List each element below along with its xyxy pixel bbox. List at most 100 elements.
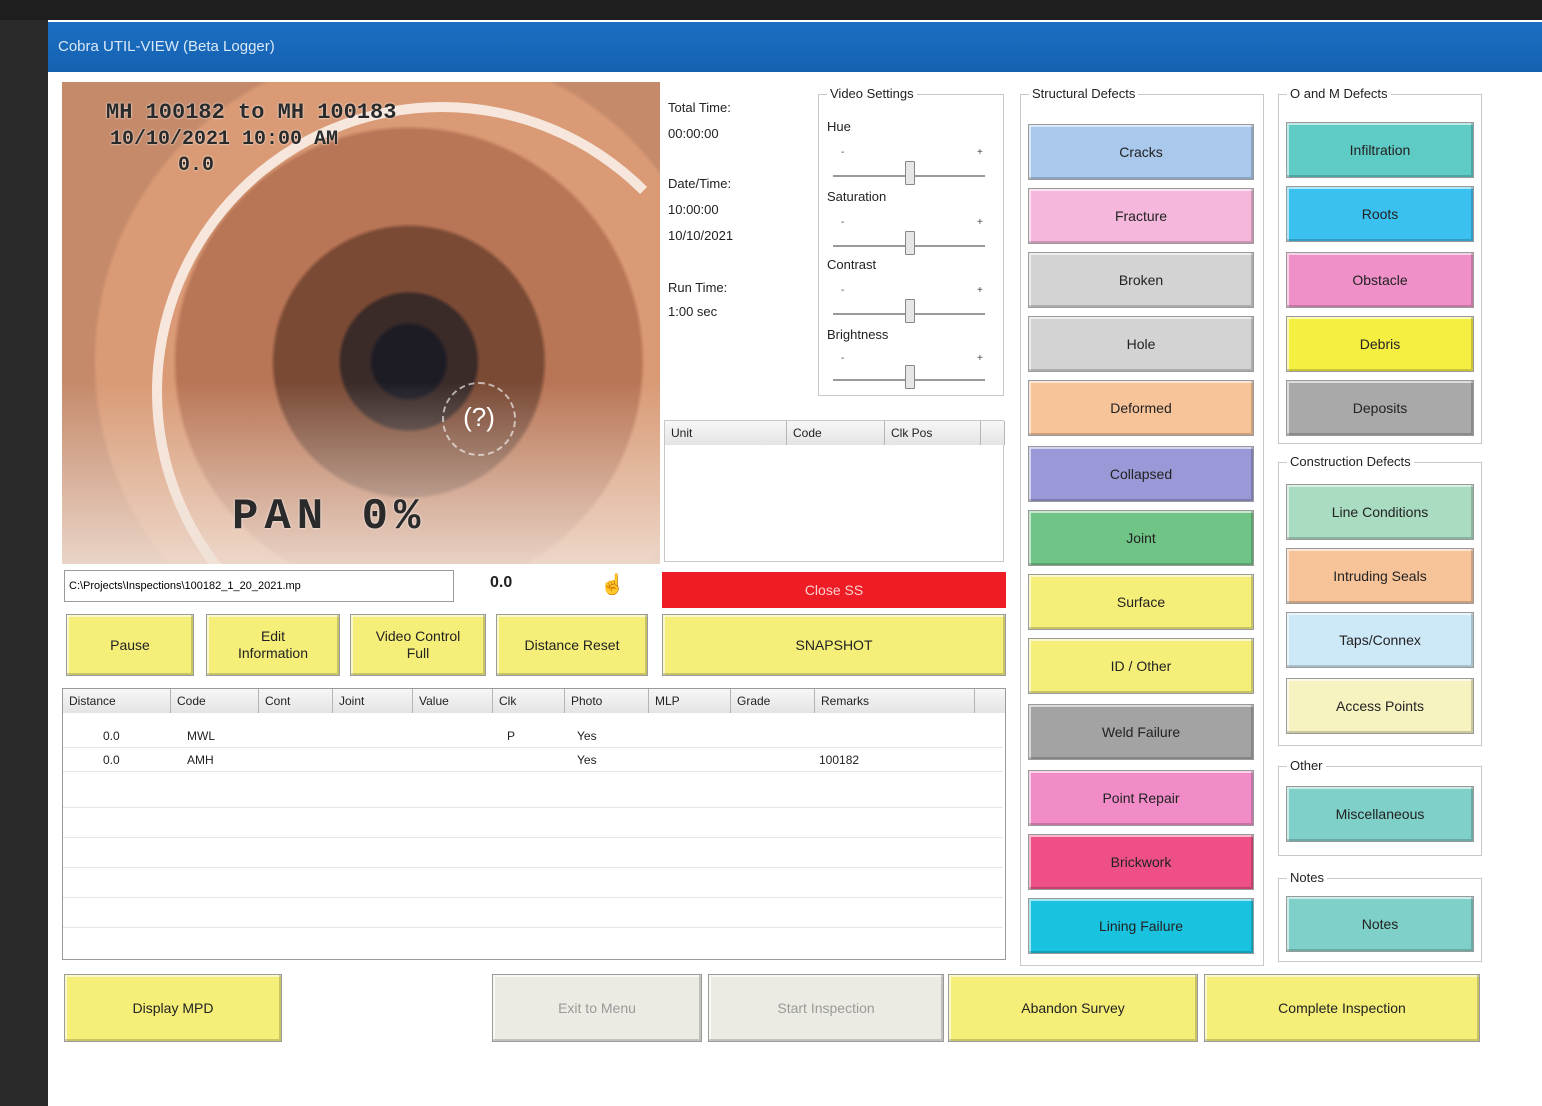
joint-button[interactable]: Joint [1028, 510, 1254, 566]
access-points-button[interactable]: Access Points [1286, 678, 1474, 734]
obs-header-code[interactable]: Code [171, 689, 259, 713]
deformed-button[interactable]: Deformed [1028, 380, 1254, 436]
hue-min: - [841, 147, 845, 158]
surface-button[interactable]: Surface [1028, 574, 1254, 630]
code-list-header-clk[interactable]: Clk Pos [885, 421, 981, 445]
obs-header-value[interactable]: Value [413, 689, 493, 713]
table-row-empty [63, 905, 1003, 928]
row-remarks: 100182 [819, 753, 860, 767]
obs-header-grade[interactable]: Grade [731, 689, 815, 713]
abandon-survey-button[interactable]: Abandon Survey [948, 974, 1198, 1042]
contrast-label: Contrast [827, 257, 877, 272]
edit-information-line1: Edit [260, 628, 286, 644]
roots-button[interactable]: Roots [1286, 186, 1474, 242]
notes-title: Notes [1287, 870, 1327, 886]
om-defects-title: O and M Defects [1287, 86, 1391, 102]
id-other-button[interactable]: ID / Other [1028, 638, 1254, 694]
video-overlay-line1: MH 100182 to MH 100183 [106, 100, 397, 125]
code-list[interactable]: Unit Code Clk Pos [664, 420, 1005, 562]
notes-button[interactable]: Notes [1286, 896, 1474, 952]
miscellaneous-button[interactable]: Miscellaneous [1286, 786, 1474, 842]
observation-table[interactable]: Distance Code Cont Joint Value Clk Photo… [62, 688, 1006, 960]
code-list-header-code[interactable]: Code [787, 421, 885, 445]
screen-top-bar [0, 0, 1542, 20]
video-player[interactable]: (?) MH 100182 to MH 100183 10/10/2021 10… [62, 82, 660, 564]
contrast-min: - [841, 285, 845, 296]
obs-header-photo[interactable]: Photo [565, 689, 649, 713]
hue-slider[interactable] [905, 161, 915, 185]
obs-header-cont[interactable]: Cont [259, 689, 333, 713]
close-ss-button[interactable]: Close SS [662, 572, 1006, 608]
saturation-min: - [841, 217, 845, 228]
pointer-icon: ☝ [600, 574, 625, 596]
brightness-min: - [841, 353, 845, 364]
brightness-label: Brightness [827, 327, 889, 342]
row-photo: Yes [577, 729, 597, 743]
obs-header-remarks[interactable]: Remarks [815, 689, 975, 713]
code-list-header-unit[interactable]: Unit [665, 421, 787, 445]
video-control-line1: Video Control [375, 628, 461, 644]
brightness-max: + [977, 353, 983, 364]
screen-left-strip [0, 20, 48, 1106]
file-path-field[interactable]: C:\Projects\Inspections\100182_1_20_2021… [64, 570, 454, 602]
brickwork-button[interactable]: Brickwork [1028, 834, 1254, 890]
obs-header-distance[interactable]: Distance [63, 689, 171, 713]
weld-failure-button[interactable]: Weld Failure [1028, 704, 1254, 760]
fracture-button[interactable]: Fracture [1028, 188, 1254, 244]
construction-defects-title: Construction Defects [1287, 454, 1414, 470]
pause-button[interactable]: Pause [66, 614, 194, 676]
start-inspection-button[interactable]: Start Inspection [708, 974, 944, 1042]
complete-inspection-button[interactable]: Complete Inspection [1204, 974, 1480, 1042]
exit-to-menu-button[interactable]: Exit to Menu [492, 974, 702, 1042]
edit-information-line2: Information [237, 645, 309, 661]
table-row[interactable]: 0.0 MWL P Yes [63, 725, 1003, 748]
line-conditions-button[interactable]: Line Conditions [1286, 484, 1474, 540]
obstacle-button[interactable]: Obstacle [1286, 252, 1474, 308]
deposits-button[interactable]: Deposits [1286, 380, 1474, 436]
table-row-empty [63, 815, 1003, 838]
hue-max: + [977, 147, 983, 158]
row-photo: Yes [577, 753, 597, 767]
video-control-line2: Full [406, 645, 430, 661]
taps-connex-button[interactable]: Taps/Connex [1286, 612, 1474, 668]
run-time-value: 1:00 sec [668, 304, 718, 319]
table-row-empty [63, 785, 1003, 808]
contrast-slider[interactable] [905, 299, 915, 323]
row-distance: 0.0 [103, 753, 120, 767]
cracks-button[interactable]: Cracks [1028, 124, 1254, 180]
code-list-header-spacer [981, 421, 1005, 445]
collapsed-button[interactable]: Collapsed [1028, 446, 1254, 502]
distance-reset-button[interactable]: Distance Reset [496, 614, 648, 676]
video-control-button[interactable]: Video Control Full [350, 614, 486, 676]
table-row-empty [63, 875, 1003, 898]
lining-failure-button[interactable]: Lining Failure [1028, 898, 1254, 954]
snapshot-button[interactable]: SNAPSHOT [662, 614, 1006, 676]
obs-header-spacer [975, 689, 1005, 713]
debris-button[interactable]: Debris [1286, 316, 1474, 372]
date-time-value-2: 10/10/2021 [668, 228, 734, 243]
video-settings-group: Video Settings Hue - + Saturation - + Co… [818, 86, 1004, 396]
date-time-label: Date/Time: [668, 176, 732, 191]
structural-defects-title: Structural Defects [1029, 86, 1139, 102]
video-settings-title: Video Settings [827, 86, 917, 102]
row-clk: P [507, 729, 516, 743]
video-overlay-bottom: PAN 0% [232, 492, 427, 542]
obs-header-clk[interactable]: Clk [493, 689, 565, 713]
edit-information-button[interactable]: Edit Information [206, 614, 340, 676]
total-time-value: 00:00:00 [668, 126, 719, 141]
pipe-lumen-marker: (?) [442, 382, 516, 456]
row-code: AMH [187, 753, 214, 767]
broken-button[interactable]: Broken [1028, 252, 1254, 308]
obs-header-mlp[interactable]: MLP [649, 689, 731, 713]
hole-button[interactable]: Hole [1028, 316, 1254, 372]
video-overlay-line2: 10/10/2021 10:00 AM [110, 128, 339, 151]
infiltration-button[interactable]: Infiltration [1286, 122, 1474, 178]
row-code: MWL [187, 729, 215, 743]
saturation-slider[interactable] [905, 231, 915, 255]
brightness-slider[interactable] [905, 365, 915, 389]
obs-header-joint[interactable]: Joint [333, 689, 413, 713]
intruding-seals-button[interactable]: Intruding Seals [1286, 548, 1474, 604]
table-row[interactable]: 0.0 AMH Yes 100182 [63, 749, 1003, 772]
point-repair-button[interactable]: Point Repair [1028, 770, 1254, 826]
display-mpd-button[interactable]: Display MPD [64, 974, 282, 1042]
